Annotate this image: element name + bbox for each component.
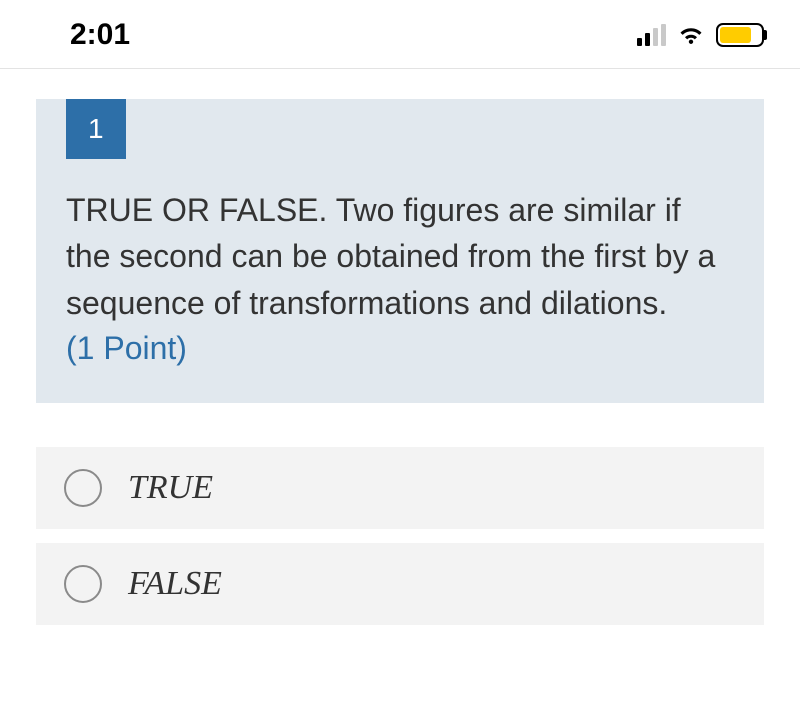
- battery-icon: [716, 23, 764, 47]
- option-label: FALSE: [128, 565, 222, 603]
- radio-icon: [64, 469, 102, 507]
- question-number-badge: 1: [66, 99, 126, 159]
- question-card: 1 TRUE OR FALSE. Two figures are similar…: [36, 99, 764, 403]
- cellular-signal-icon: [637, 24, 666, 46]
- option-false[interactable]: FALSE: [36, 543, 764, 625]
- option-label: TRUE: [128, 469, 213, 507]
- question-text: TRUE OR FALSE. Two figures are similar i…: [66, 187, 734, 326]
- status-bar: 2:01: [0, 0, 800, 69]
- status-time: 2:01: [70, 18, 130, 52]
- status-icons: [637, 23, 764, 47]
- main-content: 1 TRUE OR FALSE. Two figures are similar…: [0, 69, 800, 625]
- wifi-icon: [676, 24, 706, 46]
- option-true[interactable]: TRUE: [36, 447, 764, 529]
- radio-icon: [64, 565, 102, 603]
- question-points: (1 Point): [66, 330, 734, 367]
- answer-options: TRUE FALSE: [36, 447, 764, 625]
